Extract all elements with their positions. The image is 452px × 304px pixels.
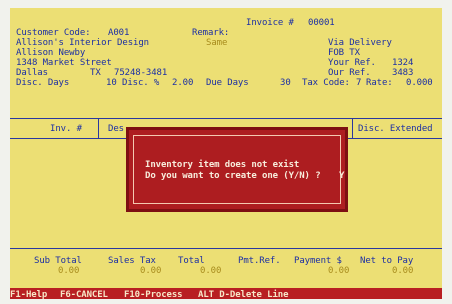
disc-days-label: Disc. Days bbox=[16, 78, 70, 88]
fob-field[interactable]: FOB TX bbox=[328, 48, 360, 58]
contact-name-field[interactable]: Allison Newby bbox=[16, 48, 85, 58]
customer-code-label: Customer Code: bbox=[16, 28, 91, 38]
disc-pct-field[interactable]: 2.00 bbox=[172, 78, 193, 88]
street-field[interactable]: 1348 Market Street bbox=[16, 58, 112, 68]
f1-help-key[interactable]: F1-Help bbox=[10, 290, 47, 299]
column-header-top-rule bbox=[10, 118, 442, 119]
due-days-field[interactable]: 30 bbox=[280, 78, 291, 88]
dialog-answer-input[interactable]: Y bbox=[339, 171, 344, 181]
function-key-bar: F1-Help F6-CANCEL F10-Process ALT D-Dele… bbox=[10, 288, 442, 299]
via-field[interactable]: Via Delivery bbox=[328, 38, 392, 48]
total-value: 0.00 bbox=[200, 266, 222, 276]
alt-d-delete-line-key[interactable]: ALT D-Delete Line bbox=[198, 290, 289, 299]
your-ref-label: Your Ref. bbox=[328, 58, 376, 68]
disc-days-field[interactable]: 10 bbox=[106, 78, 117, 88]
tax-code-label: Tax Code: bbox=[302, 78, 350, 88]
create-item-dialog: Inventory item does not exist Do you wan… bbox=[126, 127, 348, 212]
column-divider bbox=[98, 118, 99, 138]
your-ref-field[interactable]: 1324 bbox=[392, 58, 413, 68]
sub-total-value: 0.00 bbox=[58, 266, 80, 276]
invoice-number-value: 00001 bbox=[308, 18, 335, 28]
f6-cancel-key[interactable]: F6-CANCEL bbox=[60, 290, 108, 299]
invoice-screen: Invoice # 00001 Customer Code: A001 Rema… bbox=[10, 8, 442, 299]
our-ref-label: Our Ref. bbox=[328, 68, 371, 78]
invoice-number-label: Invoice # bbox=[246, 18, 294, 28]
tax-code-field[interactable]: 7 bbox=[356, 78, 361, 88]
f10-process-key[interactable]: F10-Process bbox=[124, 290, 183, 299]
remark-label: Remark: bbox=[192, 28, 230, 38]
customer-code-field[interactable]: A001 bbox=[108, 28, 129, 38]
pmt-ref-label: Pmt.Ref. bbox=[238, 256, 281, 266]
column-header-disc-extended: Disc. Extended bbox=[358, 124, 433, 134]
column-header-description: Des bbox=[108, 124, 124, 134]
dialog-message: Inventory item does not exist bbox=[145, 160, 300, 170]
rate-field[interactable]: 0.000 bbox=[406, 78, 433, 88]
dialog-question: Do you want to create one (Y/N) ? bbox=[145, 171, 321, 181]
sales-tax-label: Sales Tax bbox=[108, 256, 156, 266]
due-days-label: Due Days bbox=[206, 78, 249, 88]
rate-label: Rate: bbox=[366, 78, 393, 88]
city-field[interactable]: Dallas bbox=[16, 68, 48, 78]
our-ref-field[interactable]: 3483 bbox=[392, 68, 413, 78]
sales-tax-value: 0.00 bbox=[140, 266, 162, 276]
totals-top-rule bbox=[10, 248, 442, 249]
zip-field[interactable]: 75248-3481 bbox=[114, 68, 167, 78]
remark-field[interactable]: Same bbox=[206, 38, 227, 48]
net-to-pay-value: 0.00 bbox=[392, 266, 414, 276]
customer-name-field[interactable]: Allison's Interior Design bbox=[16, 38, 149, 48]
net-to-pay-label: Net to Pay bbox=[360, 256, 414, 266]
column-divider bbox=[352, 118, 353, 138]
column-header-inv-no: Inv. # bbox=[50, 124, 82, 134]
payment-label: Payment $ bbox=[294, 256, 342, 266]
sub-total-label: Sub Total bbox=[34, 256, 82, 266]
payment-value[interactable]: 0.00 bbox=[328, 266, 349, 276]
total-label: Total bbox=[178, 256, 205, 266]
disc-pct-label: Disc. % bbox=[122, 78, 160, 88]
state-field[interactable]: TX bbox=[90, 68, 101, 78]
